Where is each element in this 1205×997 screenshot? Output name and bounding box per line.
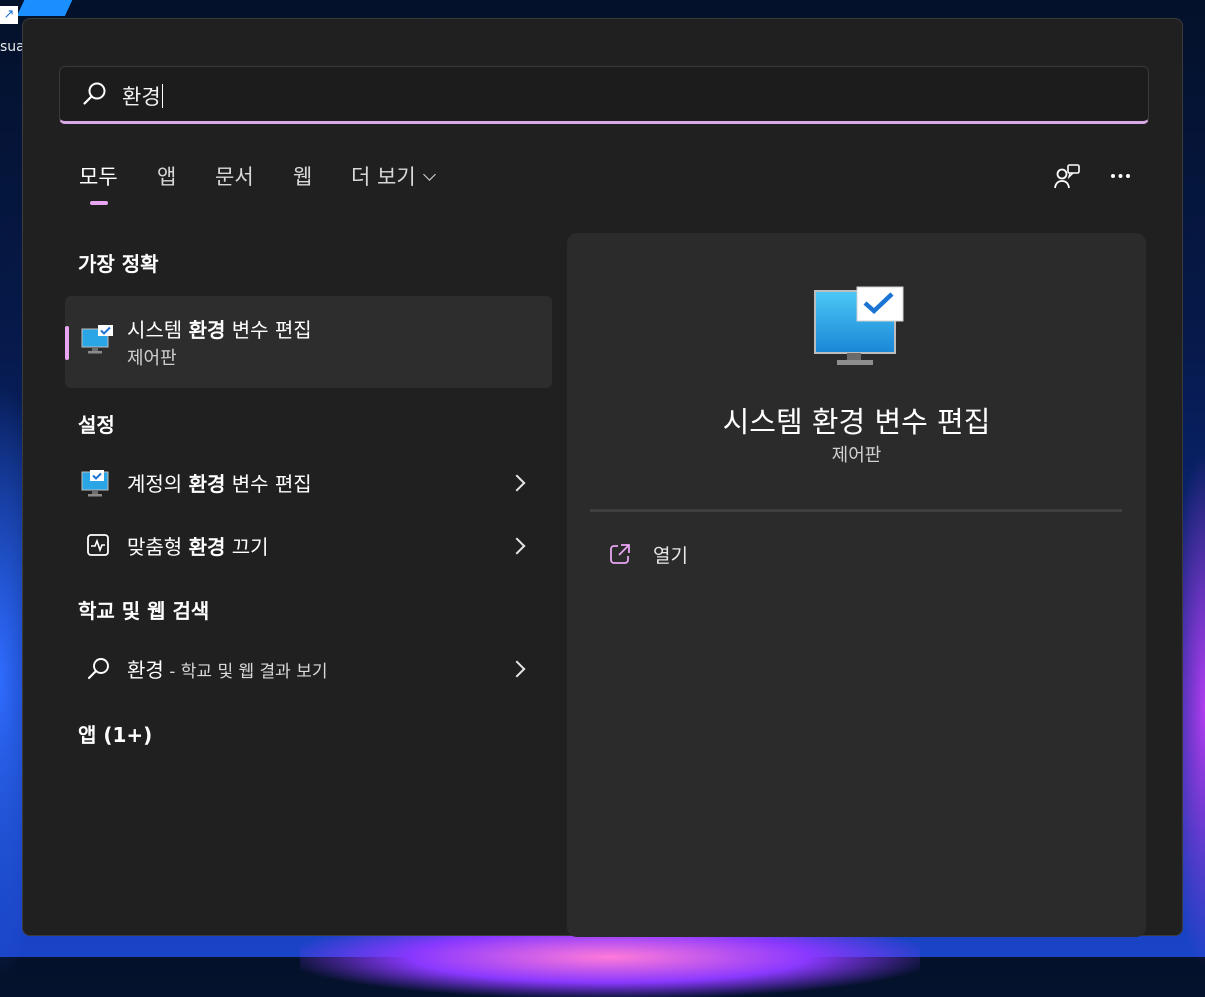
section-apps: 앱 (1+) xyxy=(78,723,153,747)
search-box[interactable]: 환경 xyxy=(59,66,1149,124)
system-monitor-icon xyxy=(81,325,113,354)
desktop-shortcut-icon[interactable]: ↗ xyxy=(0,0,76,26)
settings-item-label: 계정의 환경 변수 편집 xyxy=(127,472,312,496)
tab-documents[interactable]: 문서 xyxy=(215,161,254,191)
activity-icon xyxy=(87,534,109,556)
best-match-item[interactable]: 시스템 환경 변수 편집 제어판 xyxy=(65,296,552,388)
open-action-label: 열기 xyxy=(653,545,688,567)
settings-item-label: 맞춤형 환경 끄기 xyxy=(127,535,269,559)
people-feedback-icon[interactable] xyxy=(1051,162,1083,194)
shortcut-arrow-icon: ↗ xyxy=(0,6,18,24)
chevron-down-icon xyxy=(422,168,436,181)
web-search-label: 환경 - 학교 및 웹 결과 보기 xyxy=(127,658,328,682)
preview-title: 시스템 환경 변수 편집 xyxy=(722,405,991,439)
tab-all[interactable]: 모두 xyxy=(79,161,118,191)
system-monitor-icon xyxy=(814,286,904,365)
search-input[interactable]: 환경 xyxy=(122,81,163,111)
selection-indicator xyxy=(65,326,69,360)
best-match-title: 시스템 환경 변수 편집 xyxy=(127,318,312,342)
active-tab-indicator xyxy=(90,201,108,205)
web-search-item[interactable]: 환경 - 학교 및 웹 결과 보기 xyxy=(65,641,552,697)
search-icon xyxy=(83,82,106,105)
search-panel: 환경 모두 앱 문서 웹 더 보기 가장 정확 시스템 환경 변수 편집 제어판 xyxy=(22,18,1183,937)
tab-more-label: 더 보기 xyxy=(351,165,416,189)
open-external-icon xyxy=(610,544,630,564)
search-icon xyxy=(87,658,109,680)
settings-item-account-env[interactable]: 계정의 환경 변수 편집 xyxy=(65,455,552,511)
section-best-match: 가장 정확 xyxy=(78,252,159,276)
desktop-shortcut-label[interactable]: sual C xyxy=(0,36,24,59)
more-ellipsis-icon[interactable] xyxy=(1105,162,1137,194)
tab-apps[interactable]: 앱 xyxy=(157,161,176,191)
chevron-right-icon[interactable] xyxy=(508,660,526,678)
best-match-subtitle: 제어판 xyxy=(127,348,177,369)
settings-item-tailored-off[interactable]: 맞춤형 환경 끄기 xyxy=(65,518,552,574)
chevron-right-icon[interactable] xyxy=(508,537,526,555)
preview-subtitle: 제어판 xyxy=(831,445,882,466)
monitor-check-icon xyxy=(81,470,109,497)
tab-web[interactable]: 웹 xyxy=(293,161,312,191)
tab-more[interactable]: 더 보기 xyxy=(351,161,436,191)
chevron-right-icon[interactable] xyxy=(508,474,526,492)
open-action[interactable]: 열기 xyxy=(607,539,847,579)
section-web-search: 학교 및 웹 검색 xyxy=(78,599,210,623)
divider xyxy=(590,509,1122,512)
section-settings: 설정 xyxy=(78,413,115,437)
preview-pane: 시스템 환경 변수 편집 제어판 열기 xyxy=(567,233,1146,937)
